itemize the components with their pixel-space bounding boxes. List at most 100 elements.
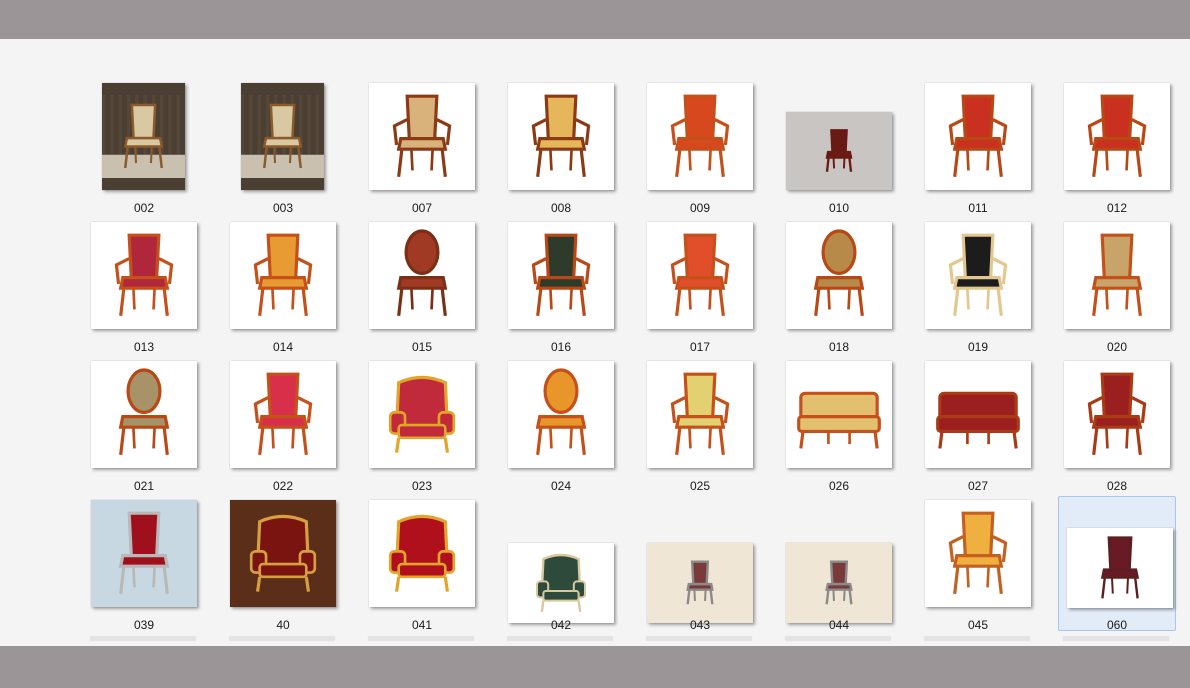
chair-thumbnail-icon[interactable] <box>647 361 753 468</box>
thumbnail-next-row-edge <box>507 637 613 641</box>
thumbnail-label: 044 <box>828 618 850 632</box>
thumbnail-label: 002 <box>133 201 155 215</box>
thumbnail-label: 042 <box>550 618 572 632</box>
chair-thumbnail-icon[interactable] <box>508 543 614 623</box>
chair-thumbnail-icon[interactable] <box>925 83 1031 190</box>
chair-thumbnail-icon[interactable] <box>241 83 324 190</box>
thumbnail-label: 020 <box>1106 340 1128 354</box>
chair-thumbnail-icon[interactable] <box>786 361 892 468</box>
thumbnail-item[interactable]: 044 <box>780 496 898 632</box>
thumbnail-next-row-edge <box>90 637 196 641</box>
thumbnail-label: 008 <box>550 201 572 215</box>
thumbnail-label: 045 <box>967 618 989 632</box>
chair-thumbnail-icon[interactable] <box>230 500 336 607</box>
thumbnail-item[interactable]: 40 <box>224 496 342 632</box>
thumbnail-item[interactable]: 060 <box>1058 496 1176 632</box>
thumbnail-label: 026 <box>828 479 850 493</box>
thumbnail-label: 017 <box>689 340 711 354</box>
chair-thumbnail-icon[interactable] <box>647 222 753 329</box>
thumbnail-next-row-edge <box>229 637 335 641</box>
thumbnail-item[interactable]: 039 <box>85 496 203 632</box>
thumbnail-item[interactable]: 003 <box>224 79 342 215</box>
thumbnail-label: 022 <box>272 479 294 493</box>
thumbnail-next-row-edge <box>785 637 891 641</box>
chair-thumbnail-icon[interactable] <box>91 222 197 329</box>
thumbnail-item[interactable]: 026 <box>780 357 898 493</box>
chair-thumbnail-icon[interactable] <box>786 112 892 190</box>
thumbnail-label: 009 <box>689 201 711 215</box>
thumbnail-next-row-edge <box>646 637 752 641</box>
thumbnail-label: 028 <box>1106 479 1128 493</box>
thumbnail-item[interactable]: 010 <box>780 79 898 215</box>
thumbnail-item[interactable]: 042 <box>502 496 620 632</box>
chair-thumbnail-icon[interactable] <box>508 361 614 468</box>
thumbnail-label: 013 <box>133 340 155 354</box>
thumbnail-item[interactable]: 013 <box>85 218 203 354</box>
chair-thumbnail-icon[interactable] <box>91 361 197 468</box>
thumbnail-label: 40 <box>276 618 290 632</box>
thumbnail-grid: 002 003 007 008 009 010 011 012 013 014 015 016 017 0… <box>0 39 1190 646</box>
thumbnail-label: 007 <box>411 201 433 215</box>
chair-thumbnail-icon[interactable] <box>508 222 614 329</box>
top-window-bar <box>0 0 1190 39</box>
thumbnail-item[interactable]: 041 <box>363 496 481 632</box>
thumbnail-item[interactable]: 021 <box>85 357 203 493</box>
thumbnail-label: 025 <box>689 479 711 493</box>
thumbnail-item[interactable]: 012 <box>1058 79 1176 215</box>
chair-thumbnail-icon[interactable] <box>369 361 475 468</box>
thumbnail-item[interactable]: 017 <box>641 218 759 354</box>
thumbnail-item[interactable]: 043 <box>641 496 759 632</box>
chair-thumbnail-icon[interactable] <box>102 83 185 190</box>
thumbnail-item[interactable]: 019 <box>919 218 1037 354</box>
thumbnail-item[interactable]: 023 <box>363 357 481 493</box>
chair-thumbnail-icon[interactable] <box>647 543 753 623</box>
thumbnail-item[interactable]: 018 <box>780 218 898 354</box>
chair-thumbnail-icon[interactable] <box>1064 222 1170 329</box>
thumbnail-label: 041 <box>411 618 433 632</box>
thumbnail-item[interactable]: 016 <box>502 218 620 354</box>
bottom-window-bar <box>0 646 1190 688</box>
thumbnail-label: 018 <box>828 340 850 354</box>
chair-thumbnail-icon[interactable] <box>647 83 753 190</box>
chair-thumbnail-icon[interactable] <box>508 83 614 190</box>
thumbnail-label: 021 <box>133 479 155 493</box>
thumbnail-item[interactable]: 024 <box>502 357 620 493</box>
thumbnail-item[interactable]: 020 <box>1058 218 1176 354</box>
thumbnail-item[interactable]: 025 <box>641 357 759 493</box>
thumbnail-item[interactable]: 002 <box>85 79 203 215</box>
thumbnail-label: 015 <box>411 340 433 354</box>
chair-thumbnail-icon[interactable] <box>369 500 475 607</box>
chair-thumbnail-icon[interactable] <box>786 222 892 329</box>
chair-thumbnail-icon[interactable] <box>1064 361 1170 468</box>
thumbnail-item[interactable]: 027 <box>919 357 1037 493</box>
thumbnail-label: 019 <box>967 340 989 354</box>
thumbnail-label: 039 <box>133 618 155 632</box>
thumbnail-label: 023 <box>411 479 433 493</box>
chair-thumbnail-icon[interactable] <box>91 500 197 607</box>
chair-thumbnail-icon[interactable] <box>925 500 1031 607</box>
thumbnail-item[interactable]: 028 <box>1058 357 1176 493</box>
thumbnail-label: 027 <box>967 479 989 493</box>
thumbnail-label: 003 <box>272 201 294 215</box>
thumbnail-item[interactable]: 011 <box>919 79 1037 215</box>
thumbnail-item[interactable]: 045 <box>919 496 1037 632</box>
chair-thumbnail-icon[interactable] <box>1064 83 1170 190</box>
chair-thumbnail-icon[interactable] <box>925 361 1031 468</box>
chair-thumbnail-icon[interactable] <box>786 543 892 623</box>
thumbnail-label: 016 <box>550 340 572 354</box>
thumbnail-label: 060 <box>1106 618 1128 632</box>
thumbnail-item[interactable]: 009 <box>641 79 759 215</box>
thumbnail-label: 043 <box>689 618 711 632</box>
chair-thumbnail-icon[interactable] <box>230 361 336 468</box>
thumbnail-item[interactable]: 022 <box>224 357 342 493</box>
chair-thumbnail-icon[interactable] <box>1067 528 1173 608</box>
chair-thumbnail-icon[interactable] <box>925 222 1031 329</box>
thumbnail-next-row-edge <box>1063 637 1169 641</box>
chair-thumbnail-icon[interactable] <box>230 222 336 329</box>
thumbnail-item[interactable]: 015 <box>363 218 481 354</box>
chair-thumbnail-icon[interactable] <box>369 83 475 190</box>
chair-thumbnail-icon[interactable] <box>369 222 475 329</box>
thumbnail-item[interactable]: 014 <box>224 218 342 354</box>
thumbnail-item[interactable]: 007 <box>363 79 481 215</box>
thumbnail-item[interactable]: 008 <box>502 79 620 215</box>
